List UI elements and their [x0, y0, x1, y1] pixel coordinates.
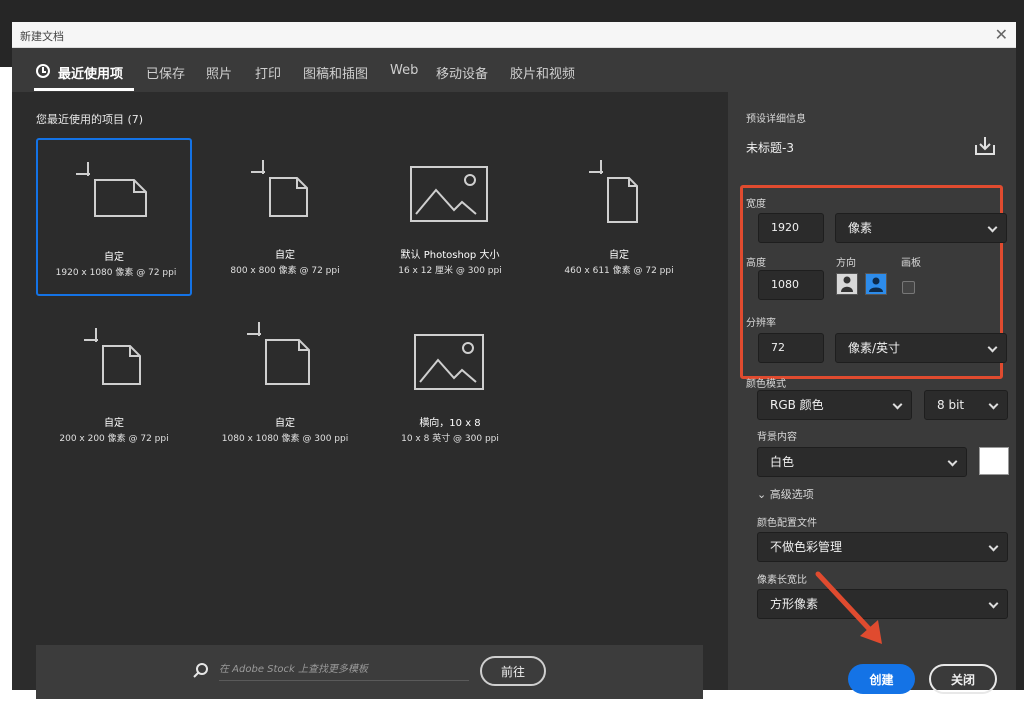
details-heading: 预设详细信息	[746, 114, 806, 125]
preset-dims: 10 x 8 英寸 @ 300 ppi	[401, 434, 499, 444]
go-button[interactable]: 前往	[480, 656, 546, 686]
artboard-label: 画板	[901, 258, 921, 269]
clock-icon	[36, 64, 50, 78]
portrait-icon[interactable]	[836, 273, 858, 295]
color-mode-label: 颜色模式	[746, 379, 786, 390]
backdrop-left-dark	[0, 22, 12, 67]
backdrop-right	[1016, 22, 1024, 705]
window-title: 新建文档	[20, 30, 64, 43]
preset-dims: 1920 x 1080 像素 @ 72 ppi	[55, 268, 177, 278]
preset-tile[interactable]: 自定 800 x 800 像素 @ 72 ppi	[207, 138, 363, 296]
tab-saved[interactable]: 已保存	[146, 63, 185, 82]
recent-panel: 您最近使用的项目 (7) 自定 1920 x 1080 像素 @ 72 ppi …	[12, 92, 728, 699]
document-name[interactable]: 未标题-3	[746, 139, 794, 156]
preset-dims: 16 x 12 厘米 @ 300 ppi	[398, 266, 502, 276]
custom-document-icon	[589, 160, 638, 223]
resolution-label: 分辨率	[746, 318, 776, 329]
preset-tile[interactable]: 自定 1080 x 1080 像素 @ 300 ppi	[207, 306, 363, 464]
chevron-down-icon	[988, 541, 999, 552]
preset-name: 自定	[104, 252, 124, 263]
preset-name: 横向，10 x 8	[419, 418, 481, 429]
height-input[interactable]: 1080	[758, 270, 824, 300]
tab-film[interactable]: 胶片和视频	[510, 63, 575, 82]
custom-document-icon	[84, 328, 141, 385]
stock-search-bar: 前往	[36, 645, 703, 699]
tab-recent[interactable]: 最近使用项	[58, 63, 123, 82]
image-document-icon	[410, 166, 488, 222]
chevron-down-icon	[892, 399, 903, 410]
landscape-icon[interactable]	[865, 273, 887, 295]
tab-bar: 最近使用项 已保存 照片 打印 图稿和插图 Web 移动设备 胶片和视频	[12, 48, 1016, 92]
create-button[interactable]: 创建	[848, 664, 915, 694]
tab-art[interactable]: 图稿和插图	[303, 63, 368, 82]
person-icon	[841, 276, 853, 292]
backdrop-top	[0, 0, 1024, 22]
resolution-input[interactable]: 72	[758, 333, 824, 363]
width-unit-select[interactable]: 像素	[835, 213, 1007, 243]
background-color-swatch[interactable]	[979, 447, 1009, 475]
width-label: 宽度	[746, 199, 766, 210]
close-button[interactable]: 关闭	[929, 664, 997, 694]
preset-dims: 460 x 611 像素 @ 72 ppi	[564, 266, 674, 276]
bit-depth-select[interactable]: 8 bit	[924, 390, 1008, 420]
resolution-unit-select[interactable]: 像素/英寸	[835, 333, 1007, 363]
preset-name: 默认 Photoshop 大小	[400, 250, 500, 261]
chevron-down-icon	[988, 598, 999, 609]
color-profile-select[interactable]: 不做色彩管理	[757, 532, 1008, 562]
preset-tile[interactable]: 默认 Photoshop 大小 16 x 12 厘米 @ 300 ppi	[372, 138, 528, 296]
close-icon[interactable]: ✕	[995, 25, 1008, 44]
advanced-options-label: 高级选项	[769, 488, 814, 501]
advanced-options-toggle[interactable]: ⌄ 高级选项	[757, 486, 814, 502]
image-document-icon	[414, 334, 484, 390]
artboard-checkbox[interactable]	[902, 281, 915, 294]
width-input[interactable]: 1920	[758, 213, 824, 243]
preset-tile[interactable]: 自定 200 x 200 像素 @ 72 ppi	[36, 306, 192, 464]
tab-web[interactable]: Web	[390, 63, 418, 78]
bit-depth-value: 8 bit	[937, 398, 965, 412]
color-mode-value: RGB 颜色	[770, 398, 824, 412]
save-preset-icon[interactable]	[974, 135, 996, 157]
preset-tile[interactable]: 自定 1920 x 1080 像素 @ 72 ppi	[36, 138, 192, 296]
orientation-label: 方向	[836, 258, 856, 269]
preset-name: 自定	[275, 250, 295, 261]
chevron-down-icon	[987, 222, 998, 233]
height-label: 高度	[746, 258, 766, 269]
color-profile-label: 颜色配置文件	[757, 518, 817, 529]
chevron-down-icon	[987, 342, 998, 353]
background-select[interactable]: 白色	[757, 447, 967, 477]
annotation-arrow	[815, 571, 882, 644]
width-unit-value: 像素	[848, 221, 873, 235]
background-value: 白色	[770, 455, 795, 469]
backdrop-left	[0, 22, 12, 705]
preset-tile[interactable]: 自定 460 x 611 像素 @ 72 ppi	[541, 138, 697, 296]
color-mode-select[interactable]: RGB 颜色	[757, 390, 912, 420]
recent-title: 您最近使用的项目 (7)	[36, 113, 144, 126]
chevron-down-icon: ⌄	[757, 488, 767, 501]
custom-document-icon	[251, 160, 308, 217]
preset-dims: 200 x 200 像素 @ 72 ppi	[59, 434, 169, 444]
custom-document-icon	[76, 162, 147, 217]
chevron-down-icon	[988, 399, 999, 410]
tab-mobile[interactable]: 移动设备	[436, 63, 488, 82]
custom-document-icon	[247, 322, 310, 385]
tab-print[interactable]: 打印	[255, 63, 281, 82]
stock-search-input[interactable]	[219, 659, 469, 681]
person-icon	[869, 277, 883, 292]
active-tab-indicator	[34, 88, 134, 91]
resolution-unit-value: 像素/英寸	[848, 341, 901, 355]
search-icon	[193, 663, 208, 678]
preset-name: 自定	[275, 418, 295, 429]
title-bar: 新建文档 ✕	[12, 22, 1016, 48]
background-label: 背景内容	[757, 432, 797, 443]
preset-name: 自定	[104, 418, 124, 429]
chevron-down-icon	[947, 456, 958, 467]
preset-name: 自定	[609, 250, 629, 261]
tab-photo[interactable]: 照片	[206, 63, 232, 82]
preset-tile[interactable]: 横向，10 x 8 10 x 8 英寸 @ 300 ppi	[372, 306, 528, 464]
color-profile-value: 不做色彩管理	[770, 540, 843, 554]
